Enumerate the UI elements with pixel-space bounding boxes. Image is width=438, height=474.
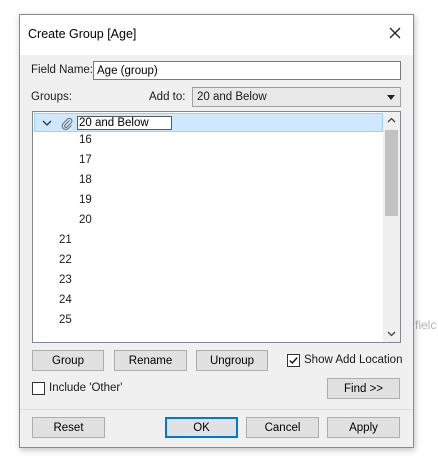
- ok-button[interactable]: OK: [165, 417, 238, 438]
- show-add-location-box[interactable]: [287, 354, 300, 367]
- add-to-value: 20 and Below: [197, 91, 267, 103]
- close-button[interactable]: [387, 25, 403, 41]
- check-icon: [289, 357, 298, 365]
- tree-member-row[interactable]: 20: [79, 210, 92, 230]
- groups-tree[interactable]: 16 17 18 19 20 21 22 23 24 25: [32, 111, 401, 343]
- scroll-down-icon[interactable]: [383, 325, 400, 342]
- tree-scrollbar[interactable]: [383, 112, 400, 342]
- find-button[interactable]: Find >>: [327, 378, 400, 399]
- paperclip-icon: [61, 117, 73, 130]
- tree-member-row[interactable]: 16: [79, 130, 92, 150]
- tree-member-row[interactable]: 19: [79, 190, 92, 210]
- scroll-up-icon[interactable]: [383, 112, 400, 129]
- add-to-dropdown[interactable]: 20 and Below: [192, 87, 401, 107]
- ungroup-button[interactable]: Ungroup: [196, 350, 268, 371]
- show-add-location-label: Show Add Location: [304, 354, 403, 366]
- add-to-label: Add to:: [149, 91, 186, 103]
- tree-item-row[interactable]: 24: [59, 290, 72, 310]
- include-other-box[interactable]: [32, 382, 45, 395]
- tree-member-row[interactable]: 17: [79, 150, 92, 170]
- caret-down-icon: [387, 95, 395, 100]
- field-name-label: Field Name:: [31, 64, 93, 76]
- rename-button[interactable]: Rename: [114, 350, 187, 371]
- chevron-down-icon[interactable]: [41, 117, 53, 129]
- footer-divider: [20, 409, 413, 410]
- tree-item-row[interactable]: 21: [59, 230, 72, 250]
- tree-item-row[interactable]: 23: [59, 270, 72, 290]
- create-group-dialog: Create Group [Age] Field Name: Groups: A…: [19, 14, 414, 448]
- field-name-input[interactable]: [93, 61, 401, 80]
- group-button[interactable]: Group: [32, 350, 104, 371]
- dialog-title: Create Group [Age]: [28, 27, 137, 41]
- tree-item-row[interactable]: 25: [59, 310, 72, 330]
- show-add-location-checkbox[interactable]: Show Add Location: [287, 353, 403, 369]
- close-icon: [389, 27, 401, 39]
- reset-button[interactable]: Reset: [32, 417, 105, 438]
- tree-item-row[interactable]: 22: [59, 250, 72, 270]
- background-partial-text: fielc: [415, 318, 437, 332]
- group-name-edit[interactable]: [77, 116, 172, 130]
- scrollbar-thumb[interactable]: [385, 130, 398, 216]
- cancel-button[interactable]: Cancel: [246, 417, 319, 438]
- include-other-checkbox[interactable]: Include 'Other': [32, 381, 142, 397]
- title-bar[interactable]: Create Group [Age]: [20, 15, 413, 55]
- include-other-label: Include 'Other': [49, 382, 123, 394]
- apply-button[interactable]: Apply: [327, 417, 400, 438]
- tree-member-row[interactable]: 18: [79, 170, 92, 190]
- groups-label: Groups:: [31, 91, 72, 103]
